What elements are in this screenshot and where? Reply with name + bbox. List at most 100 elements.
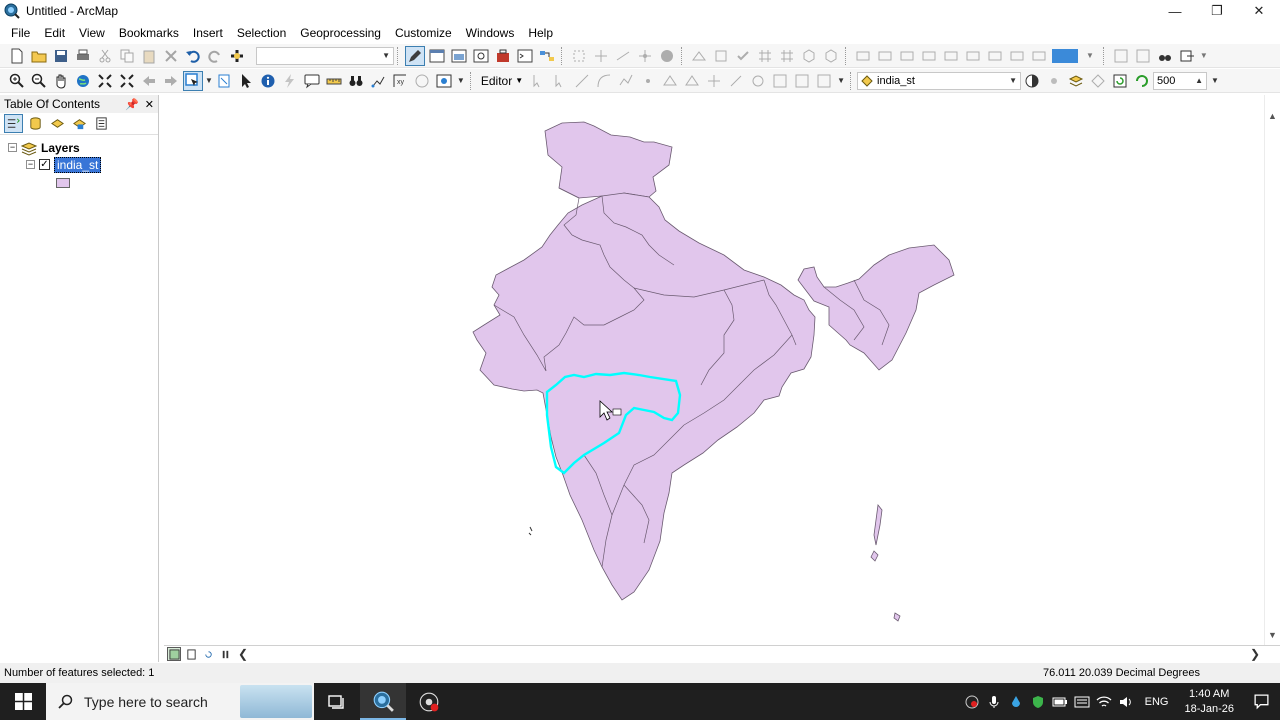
transparency-button[interactable] (1088, 71, 1108, 91)
python-window-button[interactable] (515, 46, 535, 66)
go-to-xy-button[interactable]: xy (390, 71, 410, 91)
go-forward-button[interactable] (161, 71, 181, 91)
find-button[interactable] (346, 71, 366, 91)
editor-menu[interactable]: Editor ▼ (477, 74, 527, 88)
full-extent-button[interactable] (73, 71, 93, 91)
menu-selection[interactable]: Selection (230, 23, 293, 43)
tray-battery-icon[interactable] (1049, 683, 1071, 720)
identify-button[interactable] (258, 71, 278, 91)
georef-tool-1[interactable] (569, 46, 589, 66)
tray-volume-icon[interactable] (1115, 683, 1137, 720)
menu-view[interactable]: View (72, 23, 112, 43)
hyperlink-button[interactable] (280, 71, 300, 91)
straight-segment-button[interactable] (572, 71, 592, 91)
state-polygon-andaman[interactable] (873, 504, 883, 546)
list-by-visibility-button[interactable] (48, 114, 67, 133)
point-button[interactable] (638, 71, 658, 91)
menu-edit[interactable]: Edit (37, 23, 72, 43)
list-by-drawing-order-button[interactable] (4, 114, 23, 133)
menu-bookmarks[interactable]: Bookmarks (112, 23, 186, 43)
data-frame-label[interactable]: Layers (41, 141, 80, 155)
vertical-scrollbar[interactable]: ▲ ▼ (1264, 95, 1280, 645)
layout-tool-6[interactable] (963, 46, 983, 66)
scroll-right-icon[interactable]: ❯ (1250, 647, 1260, 661)
reshape-button[interactable] (682, 71, 702, 91)
layer-symbol-swatch[interactable] (56, 177, 70, 188)
taskbar-search-box[interactable]: Type here to search (46, 683, 314, 720)
layout-view-button[interactable] (184, 647, 198, 661)
modelbuilder-button[interactable] (537, 46, 557, 66)
notification-center-button[interactable] (1242, 693, 1280, 710)
trace-button[interactable] (616, 71, 636, 91)
map-canvas[interactable] (164, 95, 1264, 645)
topology-tool-5[interactable] (777, 46, 797, 66)
list-by-source-button[interactable] (26, 114, 45, 133)
add-data-button[interactable] (227, 46, 247, 66)
topology-tool-4[interactable] (755, 46, 775, 66)
select-elements-button[interactable] (236, 71, 256, 91)
india-states-layer[interactable] (472, 121, 955, 622)
clear-selection-button[interactable] (214, 71, 234, 91)
time-slider-button[interactable] (412, 71, 432, 91)
layout-tool-7[interactable] (985, 46, 1005, 66)
restore-button[interactable]: ❐ (1196, 0, 1238, 22)
taskbar-obs[interactable] (406, 683, 452, 720)
topology-tool-3[interactable] (733, 46, 753, 66)
georef-tool-4[interactable] (635, 46, 655, 66)
viewer-window-button[interactable] (434, 71, 454, 91)
html-popup-button[interactable] (302, 71, 322, 91)
select-features-button[interactable] (183, 70, 203, 91)
zoom-out-button[interactable] (29, 71, 49, 91)
arctoolbox-button[interactable] (493, 46, 513, 66)
topology-tool-6[interactable] (799, 46, 819, 66)
layer-name[interactable]: india_st (54, 156, 102, 173)
edit-vertices-button[interactable] (660, 71, 680, 91)
color-picker-button[interactable] (1051, 46, 1079, 66)
layer-visibility-checkbox[interactable]: ✓ (39, 159, 50, 170)
edit-tool-button[interactable] (528, 71, 548, 91)
language-indicator[interactable]: ENG (1137, 696, 1177, 708)
map-display[interactable] (164, 95, 1264, 645)
target-layer-dropdown[interactable]: india_st ▼ (857, 71, 1022, 90)
layout-tool-8[interactable] (1007, 46, 1027, 66)
effects-tool-3[interactable] (1155, 46, 1175, 66)
scroll-up-icon[interactable]: ▲ (1268, 111, 1277, 121)
georef-tool-2[interactable] (591, 46, 611, 66)
layout-tool-4[interactable] (919, 46, 939, 66)
redo-button[interactable] (205, 46, 225, 66)
tray-wifi-icon[interactable] (1093, 683, 1115, 720)
print-button[interactable] (73, 46, 93, 66)
collapse-icon[interactable]: − (8, 143, 17, 152)
copy-button[interactable] (117, 46, 137, 66)
menu-geoprocessing[interactable]: Geoprocessing (293, 23, 388, 43)
state-polygon-mainland[interactable] (472, 192, 816, 601)
tray-app-icon[interactable] (1005, 683, 1027, 720)
cut-polygons-button[interactable] (704, 71, 724, 91)
brightness-button[interactable] (1044, 71, 1064, 91)
attributes-button[interactable] (770, 71, 790, 91)
effects-tool-2[interactable] (1133, 46, 1153, 66)
go-back-button[interactable] (139, 71, 159, 91)
edit-annotation-button[interactable] (550, 71, 570, 91)
refresh-button[interactable] (1110, 71, 1130, 91)
new-document-button[interactable] (7, 46, 27, 66)
state-polygon-island-small[interactable] (893, 612, 901, 622)
create-features-button[interactable] (814, 71, 834, 91)
state-polygon-nicobar[interactable] (870, 550, 879, 562)
table-of-contents-button[interactable] (427, 46, 447, 66)
collapse-icon[interactable]: − (26, 160, 35, 169)
pan-button[interactable] (51, 71, 71, 91)
tray-recorder-icon[interactable] (961, 683, 983, 720)
split-button[interactable] (726, 71, 746, 91)
refresh-view-button[interactable] (201, 647, 215, 661)
close-icon[interactable]: ✕ (145, 98, 154, 111)
scroll-left-icon[interactable]: ❮ (238, 647, 248, 661)
menu-customize[interactable]: Customize (388, 23, 459, 43)
cut-button[interactable] (95, 46, 115, 66)
end-point-arc-button[interactable] (594, 71, 614, 91)
toc-options-button[interactable] (92, 114, 111, 133)
georef-tool-3[interactable] (613, 46, 633, 66)
zoom-in-button[interactable] (7, 71, 27, 91)
map-scale-dropdown[interactable]: ▼ (256, 46, 394, 65)
pause-drawing-button[interactable] (218, 647, 232, 661)
